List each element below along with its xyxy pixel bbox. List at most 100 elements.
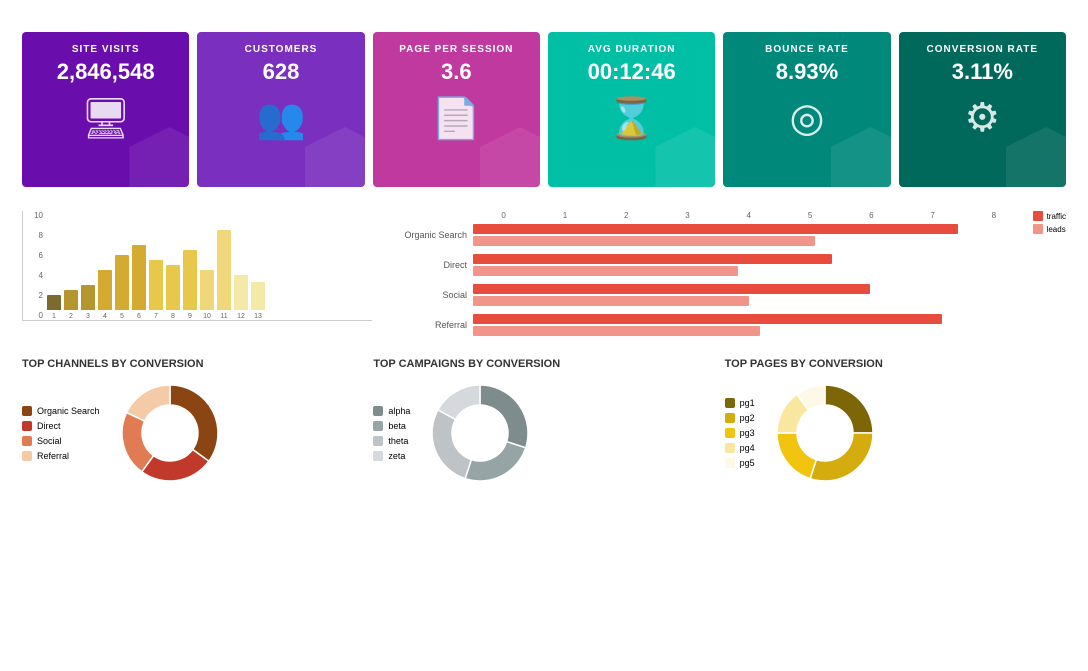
kpi-label-avg-duration: AVG DURATION xyxy=(588,44,676,55)
kpi-icon-bounce-rate: ◎ xyxy=(790,95,825,141)
bar-group: 5 xyxy=(115,255,129,320)
bottom-section-0: TOP CHANNELS by ConversionOrganic Search… xyxy=(22,358,363,488)
bar-y-label: 10 xyxy=(23,211,43,220)
kpi-value-site-visits: 2,846,548 xyxy=(57,59,155,85)
kpi-value-page-per-session: 3.6 xyxy=(441,59,472,85)
bar-group: 3 xyxy=(81,285,95,320)
donut-segment xyxy=(825,385,873,433)
donut-legend-item: theta xyxy=(373,436,410,446)
kpi-label-customers: CUSTOMERS xyxy=(245,44,318,55)
bar-chart: 1086420 12345678910111213 xyxy=(22,211,372,321)
bar-group: 6 xyxy=(132,245,146,320)
kpi-label-page-per-session: PAGE PER SESSION xyxy=(399,44,513,55)
donut-legend-dot xyxy=(22,451,32,461)
hbar-row-label: Organic Search xyxy=(388,230,473,240)
bar-group: 8 xyxy=(166,265,180,320)
bar xyxy=(81,285,95,310)
kpi-card-avg-duration: AVG DURATION 00:12:46 ⌛ xyxy=(548,32,715,187)
bar xyxy=(64,290,78,310)
donut-legend-item: Referral xyxy=(22,451,100,461)
kpi-icon-conversion-rate: ⚙ xyxy=(964,95,1000,141)
bar-group: 10 xyxy=(200,270,214,320)
bar-y-label: 6 xyxy=(23,251,43,260)
bottom-title-1: TOP CAMPAIGNS by Conversion xyxy=(373,358,714,370)
kpi-value-bounce-rate: 8.93% xyxy=(776,59,838,85)
donut-legend-item: alpha xyxy=(373,406,410,416)
hbar-row: Referral xyxy=(388,314,1025,336)
donut-legend-label: pg3 xyxy=(740,428,755,438)
hbar-row: Organic Search xyxy=(388,224,1025,246)
bar xyxy=(200,270,214,310)
bar xyxy=(217,230,231,310)
bar xyxy=(234,275,248,310)
donut-legend-label: theta xyxy=(388,436,408,446)
donut-section-2: pg1pg2pg3pg4pg5 xyxy=(725,378,1066,488)
legend-label: traffic xyxy=(1047,212,1066,221)
traffic-leads-chart: 012345678 Organic Search Direct Social Refer… xyxy=(388,211,1025,344)
donut-svg-2 xyxy=(765,378,885,488)
donut-legend-dot xyxy=(22,406,32,416)
bar-group: 1 xyxy=(47,295,61,320)
hbar-axis-label: 3 xyxy=(657,211,718,220)
legend-dot xyxy=(1033,211,1043,221)
donut-legend-item: beta xyxy=(373,421,410,431)
legend-label: leads xyxy=(1047,225,1066,234)
donut-svg-0 xyxy=(110,378,230,488)
bar-group: 7 xyxy=(149,260,163,320)
kpi-card-conversion-rate: CONVERSION RATE 3.11% ⚙ xyxy=(899,32,1066,187)
kpi-label-conversion-rate: CONVERSION RATE xyxy=(927,44,1039,55)
hbar-row: Social xyxy=(388,284,1025,306)
page: SITE VISITS 2,846,548 🖥 CUSTOMERS 628 👥 … xyxy=(0,0,1088,671)
bar-label: 7 xyxy=(154,313,158,320)
kpi-value-conversion-rate: 3.11% xyxy=(952,59,1013,85)
bar-y-label: 0 xyxy=(23,311,43,320)
traffic-leads-chart-wrap: 012345678 Organic Search Direct Social Refer… xyxy=(388,211,1066,344)
donut-legend-dot xyxy=(373,406,383,416)
bar-label: 2 xyxy=(69,313,73,320)
donut-section-0: Organic SearchDirectSocialReferral xyxy=(22,378,363,488)
bar xyxy=(183,250,197,310)
hbar-axis-label: 7 xyxy=(902,211,963,220)
hbar-legend-item: traffic xyxy=(1033,211,1066,221)
hbar-row: Direct xyxy=(388,254,1025,276)
site-visits-chart-section: 1086420 12345678910111213 xyxy=(22,205,372,344)
kpi-card-bounce-rate: BOUNCE RATE 8.93% ◎ xyxy=(723,32,890,187)
bar xyxy=(251,282,265,310)
bar-y-label: 8 xyxy=(23,231,43,240)
donut-legend-dot xyxy=(373,421,383,431)
donut-legend-dot xyxy=(22,421,32,431)
bar-label: 10 xyxy=(203,313,211,320)
donut-segment xyxy=(466,442,526,481)
donut-legend-item: zeta xyxy=(373,451,410,461)
donut-legend-dot xyxy=(725,428,735,438)
hbar-traffic xyxy=(473,314,942,324)
hbar-axis-label: 0 xyxy=(473,211,534,220)
hbar-leads xyxy=(473,236,815,246)
bar-group: 9 xyxy=(183,250,197,320)
hbar-axis-label: 4 xyxy=(718,211,779,220)
donut-segment xyxy=(480,385,528,448)
donut-legend-label: Referral xyxy=(37,451,69,461)
bar-label: 4 xyxy=(103,313,107,320)
donut-segment xyxy=(432,410,471,479)
hbar-legend-item: leads xyxy=(1033,224,1066,234)
donut-legend-dot xyxy=(373,436,383,446)
hbar-axis: 012345678 xyxy=(388,211,1025,220)
kpi-icon-page-per-session: 📄 xyxy=(431,95,481,142)
kpi-row: SITE VISITS 2,846,548 🖥 CUSTOMERS 628 👥 … xyxy=(22,32,1066,187)
bar-label: 8 xyxy=(171,313,175,320)
bar-label: 3 xyxy=(86,313,90,320)
donut-svg-1 xyxy=(420,378,540,488)
bar xyxy=(132,245,146,310)
donut-segment xyxy=(122,413,154,472)
bar xyxy=(149,260,163,310)
donut-legend-dot xyxy=(725,398,735,408)
hbar-bars xyxy=(473,254,1025,276)
donut-legend-dot xyxy=(373,451,383,461)
bar-label: 9 xyxy=(188,313,192,320)
bottom-row: TOP CHANNELS by ConversionOrganic Search… xyxy=(22,358,1066,488)
bar-group: 13 xyxy=(251,282,265,320)
bar-y-label: 4 xyxy=(23,271,43,280)
hbar-bars xyxy=(473,284,1025,306)
hbar-row-label: Referral xyxy=(388,320,473,330)
